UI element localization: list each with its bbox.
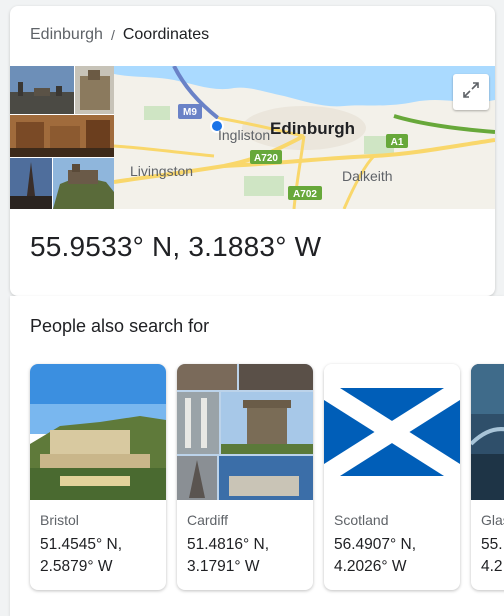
coordinates-card: Edinburgh / Coordinates M9 A720 A1 A702 … (10, 6, 495, 296)
road-a720-label: A720 (254, 153, 278, 164)
tile-name: Bristol (40, 512, 79, 528)
cardiff-image (177, 364, 313, 500)
tile-coordinates: 56.4907° N, 4.2026° W (334, 534, 459, 578)
tile-coordinates-lat: 55. (481, 536, 503, 553)
tile-coordinates-lon: 3.1791° W (187, 558, 260, 575)
road-a1-label: A1 (391, 137, 404, 148)
tile-coordinates-lon: 4.2026° W (334, 558, 407, 575)
tile-bristol[interactable]: Bristol 51.4545° N, 2.5879° W (30, 364, 166, 590)
tile-cardiff[interactable]: Cardiff 51.4816° N, 3.1791° W (177, 364, 313, 590)
map-label-ingliston: Ingliston (218, 127, 270, 143)
tile-coordinates-lat: 56.4907° N, (334, 536, 417, 553)
media-strip: M9 A720 A1 A702 Ingliston Edinburgh Livi… (10, 66, 495, 209)
tile-coordinates: 51.4545° N, 2.5879° W (40, 534, 165, 578)
breadcrumb-separator: / (110, 27, 115, 43)
people-also-search-card: People also search for Bristol 51.4545° … (10, 296, 504, 616)
road-a702-label: A702 (293, 189, 317, 200)
tile-coordinates: 55. 4.2 (481, 534, 504, 578)
tile-name: Glas (481, 512, 504, 528)
map-label-edinburgh: Edinburgh (270, 119, 355, 138)
scotland-flag-image (324, 364, 460, 500)
people-also-search-title: People also search for (30, 316, 210, 336)
tile-coordinates-lon: 2.5879° W (40, 558, 113, 575)
tile-scotland[interactable]: Scotland 56.4907° N, 4.2026° W (324, 364, 460, 590)
tile-coordinates-lat: 51.4545° N, (40, 536, 123, 553)
tile-name: Cardiff (187, 512, 228, 528)
map-label-dalkeith: Dalkeith (342, 168, 393, 184)
map-label-livingston: Livingston (130, 163, 193, 179)
breadcrumb-parent-link[interactable]: Edinburgh (30, 26, 103, 44)
road-m9-label: M9 (183, 107, 197, 118)
coordinates-value: 55.9533° N, 3.1883° W (30, 231, 322, 262)
expand-icon (462, 81, 480, 104)
expand-map-button[interactable] (453, 74, 489, 110)
tile-coordinates-lon: 4.2 (481, 558, 503, 575)
breadcrumb-current: Coordinates (122, 26, 210, 43)
tile-name: Scotland (334, 512, 389, 528)
breadcrumb: Edinburgh / Coordinates (30, 26, 209, 44)
tile-coordinates-lat: 51.4816° N, (187, 536, 270, 553)
tile-coordinates: 51.4816° N, 3.1791° W (187, 534, 312, 578)
people-also-search-carousel[interactable]: Bristol 51.4545° N, 2.5879° W Cardiff 51… (30, 364, 504, 604)
edinburgh-photos[interactable] (10, 66, 114, 209)
glasgow-image (471, 364, 504, 500)
map-view[interactable]: M9 A720 A1 A702 Ingliston Edinburgh Livi… (114, 66, 495, 209)
tile-glasgow[interactable]: Glas 55. 4.2 (471, 364, 504, 590)
bristol-image (30, 364, 166, 500)
